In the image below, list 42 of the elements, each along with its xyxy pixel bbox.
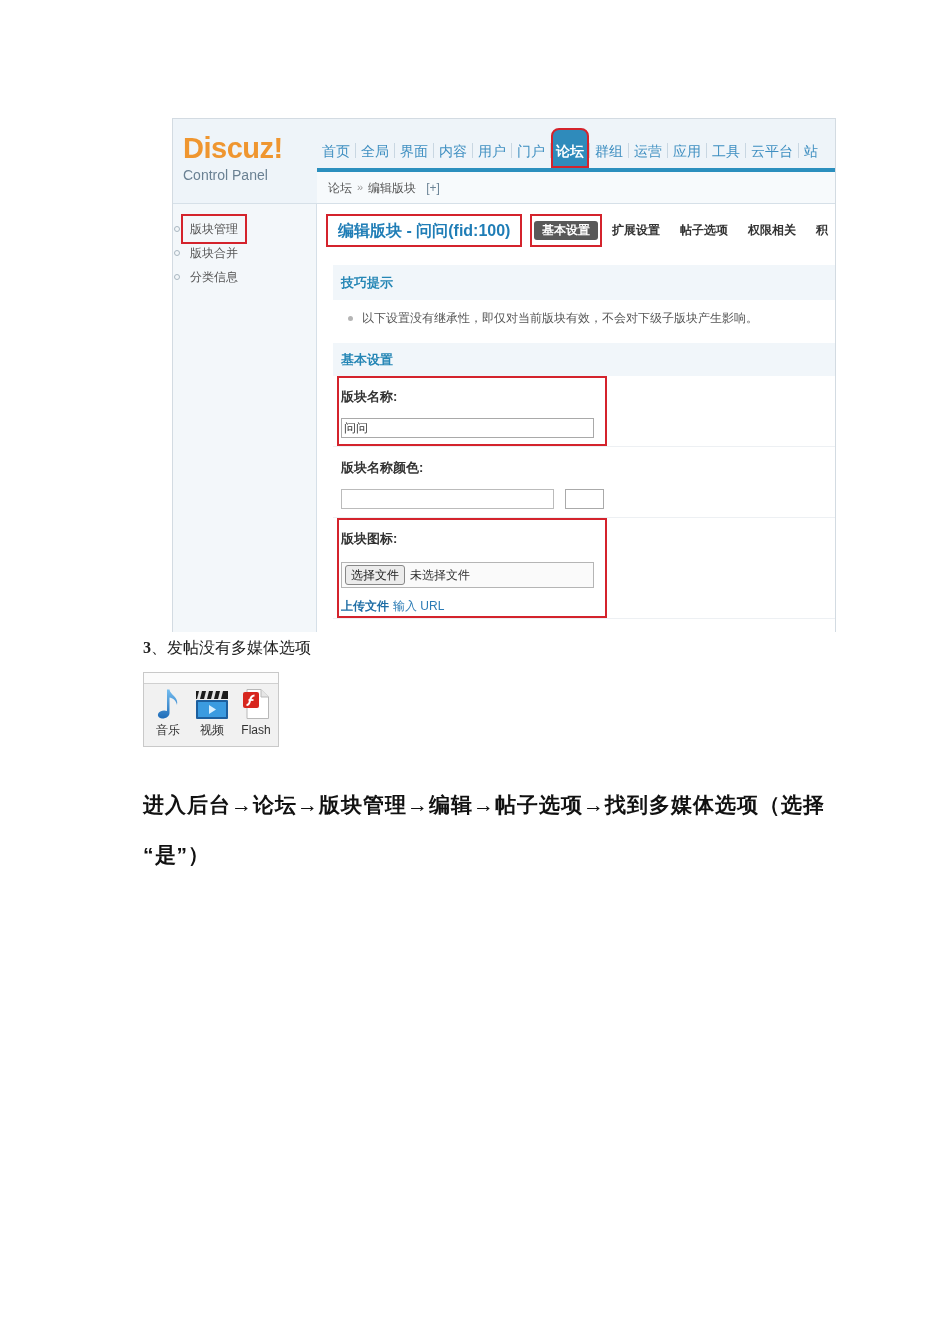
field-label: 版块图标: [341, 530, 398, 548]
tab[interactable]: 权限相关 [738, 221, 807, 240]
file-status-text: 未选择文件 [410, 567, 470, 584]
toolbar-button[interactable]: Flash [234, 689, 278, 737]
brand-logo: Discuz! [183, 132, 283, 164]
tab[interactable]: 帖子选项 [670, 221, 739, 240]
tab[interactable]: 扩展设置 [602, 221, 671, 240]
field-label: 版块名称: [341, 388, 398, 406]
nav-tab[interactable]: 论坛 [551, 128, 589, 168]
tab[interactable]: 基本设置 [534, 221, 599, 240]
flash-file-icon [243, 689, 269, 719]
breadcrumb-link[interactable]: 编辑版块 [368, 178, 417, 197]
page-title: 编辑版块 - 问问(fid:100) [326, 214, 523, 247]
circle-bullet-icon [174, 274, 180, 280]
tip-text: 以下设置没有继承性，即仅对当前版块有效，不会对下级子版块产生影响。 [362, 310, 758, 327]
toolbar-button[interactable]: 视频 [190, 689, 234, 737]
clapperboard-icon [196, 691, 228, 719]
color-picker-button[interactable] [565, 489, 604, 509]
toolbar-button[interactable]: 音乐 [146, 689, 190, 737]
logo-subtitle: Control Panel [183, 166, 268, 184]
circle-bullet-icon [174, 226, 180, 232]
instruction-text: 进入后台→论坛→版块管理→编辑→帖子选项→找到多媒体选项（选择“是”） [143, 792, 826, 868]
circle-bullet-icon [174, 250, 180, 256]
sidebar-item[interactable]: 分类信息 [190, 269, 238, 285]
bullet-dot-icon [348, 315, 353, 321]
upload-mode-link[interactable]: 上传文件 [341, 597, 389, 615]
tab[interactable]: 积 [806, 221, 835, 240]
file-input-field[interactable]: 选择文件 未选择文件 [341, 562, 594, 588]
upload-mode-link[interactable]: 输入 URL [393, 597, 445, 615]
section-title: 技巧提示 [341, 273, 393, 292]
section-title: 基本设置 [341, 350, 393, 369]
sidebar-item[interactable]: 版块合并 [190, 245, 238, 261]
expand-link[interactable]: [+] [426, 178, 440, 197]
section-heading: 3、发帖没有多媒体选项 [143, 638, 311, 658]
music-note-icon [157, 689, 179, 719]
text-input-field[interactable]: 问问 [341, 418, 594, 438]
breadcrumb-link[interactable]: 论坛 [328, 178, 352, 197]
field-label: 版块名称颜色: [341, 459, 424, 477]
sidebar-item[interactable]: 版块管理 [181, 214, 247, 244]
choose-file-button[interactable]: 选择文件 [345, 565, 405, 585]
breadcrumb-separator: » [357, 180, 364, 196]
color-input-field[interactable] [341, 489, 554, 509]
